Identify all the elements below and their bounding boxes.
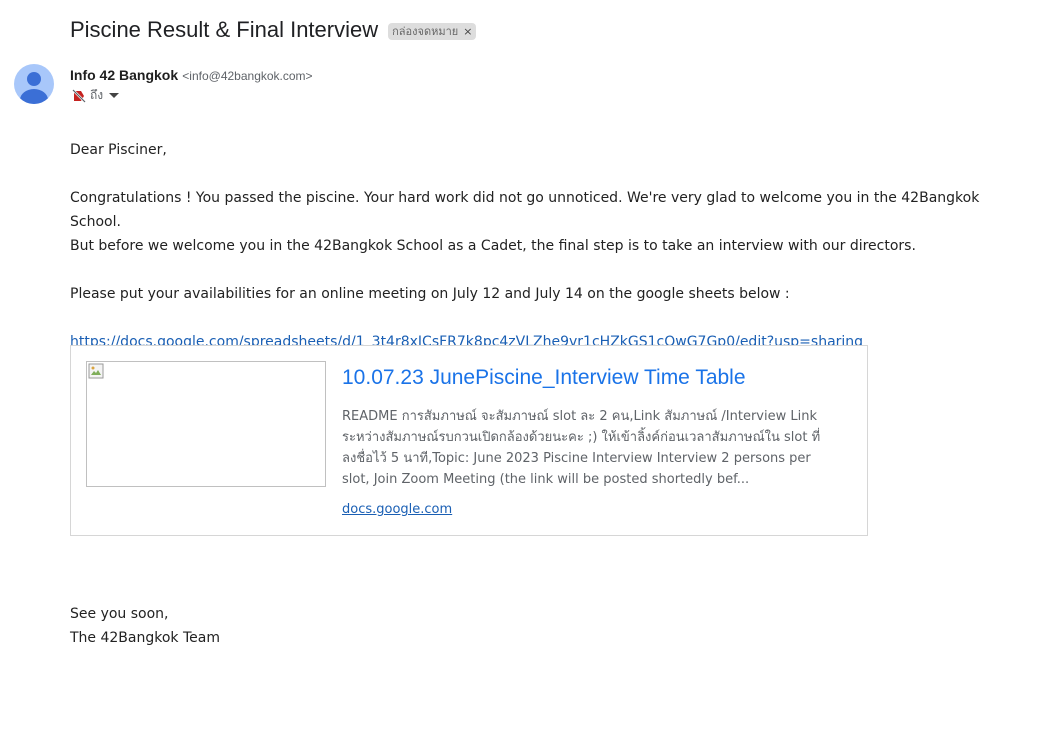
chevron-down-icon[interactable] [109,93,120,98]
broken-image-icon [88,363,104,379]
greeting: Dear Pisciner, [70,142,167,158]
label-off-icon[interactable] [72,88,86,103]
signoff-line-2: The 42Bangkok Team [70,630,220,646]
sender-name[interactable]: Info 42 Bangkok [70,67,178,83]
to-label: ถึง [90,88,104,102]
sender-avatar[interactable] [14,64,54,104]
sender-info: Info 42 Bangkok <info@42bangkok.com> [70,66,313,86]
preview-domain-link[interactable]: docs.google.com [342,502,452,517]
email-subject: Piscine Result & Final Interview [70,17,379,42]
inbox-label-chip[interactable]: กล่องจดหมาย × [388,22,477,40]
body-paragraph-1-line-1: Congratulations ! You passed the piscine… [70,190,980,230]
sender-email: <info@42bangkok.com> [182,69,313,83]
signoff-line-1: See you soon, [70,606,169,622]
email-view: Piscine Result & Final Interview กล่องจด… [0,0,1061,738]
preview-title[interactable]: 10.07.23 JunePiscine_Interview Time Tabl… [342,364,746,392]
signoff: See you soon, The 42Bangkok Team [70,602,220,650]
email-body: Dear Pisciner, Congratulations ! You pas… [70,138,1030,354]
recipient-row: ถึง [72,86,120,105]
preview-description: README การสัมภาษณ์ จะสัมภาษณ์ slot ละ 2 … [342,409,821,487]
link-preview-card[interactable]: 10.07.23 JunePiscine_Interview Time Tabl… [70,345,868,536]
body-paragraph-2: Please put your availabilities for an on… [70,286,790,302]
preview-thumbnail [86,361,326,487]
body-paragraph-1-line-2: But before we welcome you in the 42Bangk… [70,238,916,254]
subject-row: Piscine Result & Final Interview กล่องจด… [70,16,477,44]
person-avatar-icon [27,72,41,86]
remove-label-icon[interactable]: × [463,24,472,39]
label-chip-text: กล่องจดหมาย [392,24,459,38]
